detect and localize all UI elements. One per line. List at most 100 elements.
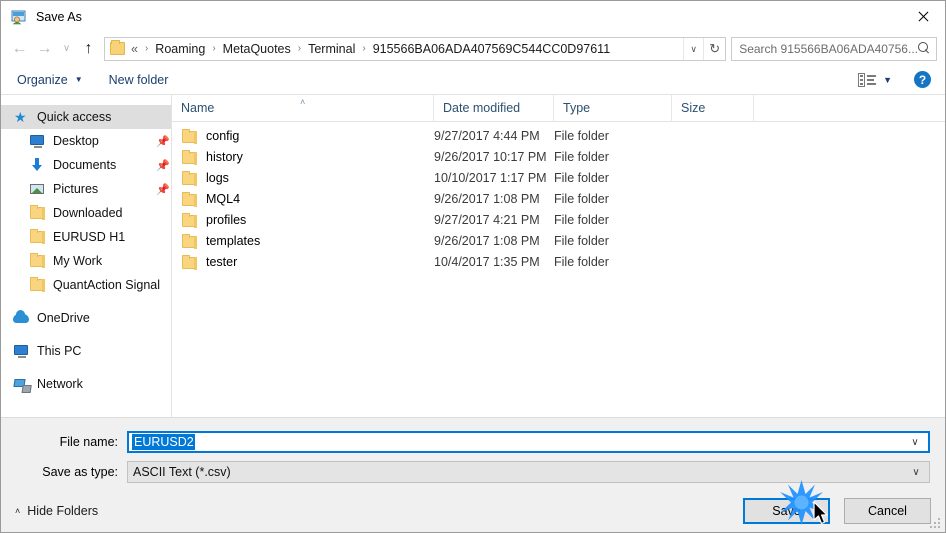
hide-folders-label: Hide Folders: [27, 503, 99, 518]
cancel-button[interactable]: Cancel: [844, 497, 931, 524]
filename-label: File name:: [59, 435, 118, 449]
filename-row: File name: EURUSD2 ∨: [1, 429, 930, 455]
column-header-name[interactable]: Name ˄: [172, 94, 434, 122]
forward-button[interactable]: →: [32, 36, 57, 61]
folder-icon: [181, 191, 197, 207]
chevron-down-icon[interactable]: ∨: [903, 467, 929, 478]
breadcrumb-separator: ›: [212, 43, 216, 54]
view-options-chevron-down-icon[interactable]: ▼: [883, 75, 892, 85]
command-toolbar: Organize ▼ New folder ▼ ?: [1, 65, 945, 95]
chevron-up-icon: ˄: [15, 505, 21, 516]
organize-label: Organize: [17, 72, 68, 87]
sidebar-item-quick-access[interactable]: ★ Quick access: [1, 105, 171, 129]
sidebar-divider: [1, 363, 171, 372]
breadcrumb-metaquotes[interactable]: MetaQuotes: [221, 42, 293, 56]
file-date-cell: 9/26/2017 1:08 PM: [434, 191, 540, 206]
save-form: File name: EURUSD2 ∨ Save as type: ASCII…: [1, 417, 945, 489]
breadcrumb-separator: ›: [362, 43, 366, 54]
folder-icon: [181, 170, 197, 186]
file-date-cell: 9/27/2017 4:44 PM: [434, 128, 540, 143]
folder-icon: [181, 254, 197, 270]
save-button[interactable]: Save: [743, 497, 830, 524]
file-type-cell: File folder: [554, 191, 609, 206]
resize-grip[interactable]: [930, 518, 942, 530]
file-name-cell: config: [172, 128, 434, 144]
breadcrumb-separator: ›: [297, 43, 302, 54]
table-row[interactable]: logs 10/10/2017 1:17 PM File folder: [172, 167, 945, 188]
file-type-cell: File folder: [554, 212, 609, 227]
pin-icon[interactable]: 📌: [155, 159, 171, 172]
sidebar-item-onedrive[interactable]: OneDrive: [1, 306, 171, 330]
sidebar-item-eurusd-h1[interactable]: EURUSD H1: [1, 225, 171, 249]
folder-icon: [181, 212, 197, 228]
close-button[interactable]: [899, 1, 945, 32]
sidebar-divider: [1, 330, 171, 339]
picture-icon: [29, 181, 46, 197]
search-icon: [918, 42, 931, 55]
chevron-down-icon[interactable]: ∨: [683, 37, 703, 60]
column-header-type[interactable]: Type: [554, 94, 672, 122]
file-name-label: logs: [206, 170, 229, 185]
savetype-select[interactable]: ASCII Text (*.csv) ∨: [127, 461, 930, 483]
back-button[interactable]: ←: [7, 36, 32, 61]
folder-icon: [29, 205, 46, 221]
table-row[interactable]: profiles 9/27/2017 4:21 PM File folder: [172, 209, 945, 230]
sidebar-item-this-pc[interactable]: This PC: [1, 339, 171, 363]
pin-icon[interactable]: 📌: [155, 135, 171, 148]
column-header-size[interactable]: Size: [672, 94, 754, 122]
folder-icon: [181, 233, 197, 249]
window-title: Save As: [36, 9, 82, 24]
sidebar-item-my-work[interactable]: My Work: [1, 249, 171, 273]
sidebar-item-desktop[interactable]: Desktop 📌: [1, 129, 171, 153]
navigation-bar: ← → ∨ ↑ « › Roaming › MetaQuotes › Termi…: [1, 32, 945, 65]
sidebar-item-label: Quick access: [37, 110, 112, 124]
address-bar[interactable]: « › Roaming › MetaQuotes › Terminal › 91…: [104, 36, 727, 61]
up-button[interactable]: ↑: [76, 36, 101, 61]
organize-button[interactable]: Organize ▼: [17, 73, 83, 87]
sidebar-item-network[interactable]: Network: [1, 372, 171, 396]
savetype-control: ASCII Text (*.csv) ∨: [127, 461, 930, 483]
sidebar-item-label: This PC: [37, 344, 82, 358]
column-header-label: Name: [181, 101, 215, 115]
column-header-row: Name ˄ Date modified Type Size: [172, 94, 945, 122]
help-icon[interactable]: ?: [914, 71, 931, 88]
sidebar-item-documents[interactable]: Documents 📌: [1, 153, 171, 177]
file-list-pane: Name ˄ Date modified Type Size config 9/…: [172, 94, 945, 417]
breadcrumb-roaming[interactable]: Roaming: [153, 42, 207, 56]
savetype-label: Save as type:: [42, 465, 118, 479]
breadcrumb-terminal-id[interactable]: 915566BA06ADA407569C544CC0D97611: [371, 42, 612, 56]
sidebar-item-label: OneDrive: [37, 311, 90, 325]
column-header-date-modified[interactable]: Date modified: [434, 94, 554, 122]
table-row[interactable]: templates 9/26/2017 1:08 PM File folder: [172, 230, 945, 251]
dialog-body: ★ Quick access Desktop 📌 Documents 📌 Pic…: [1, 94, 945, 417]
new-folder-label: New folder: [108, 72, 169, 87]
filename-input[interactable]: EURUSD2 ∨: [127, 431, 930, 453]
breadcrumb-terminal[interactable]: Terminal: [306, 42, 357, 56]
recent-locations-button[interactable]: ∨: [57, 36, 76, 61]
sidebar-item-quantaction-signal[interactable]: QuantAction Signal: [1, 273, 171, 297]
refresh-icon[interactable]: ↻: [703, 37, 725, 60]
view-layout-icon[interactable]: [858, 72, 877, 87]
chevron-down-icon[interactable]: ∨: [902, 437, 928, 448]
table-row[interactable]: config 9/27/2017 4:44 PM File folder: [172, 125, 945, 146]
file-name-cell: MQL4: [172, 191, 434, 207]
monitor-icon: [29, 133, 46, 149]
sidebar-item-downloaded[interactable]: Downloaded: [1, 201, 171, 225]
save-as-dialog: Save As ← → ∨ ↑ « › Roaming › MetaQuotes…: [0, 0, 946, 533]
pin-icon[interactable]: 📌: [155, 183, 171, 196]
sidebar-item-label: Network: [37, 377, 83, 391]
folder-icon: [29, 277, 46, 293]
table-row[interactable]: MQL4 9/26/2017 1:08 PM File folder: [172, 188, 945, 209]
file-name-cell: profiles: [172, 212, 434, 228]
sidebar-item-pictures[interactable]: Pictures 📌: [1, 177, 171, 201]
sidebar-item-label: EURUSD H1: [53, 230, 126, 244]
table-row[interactable]: tester 10/4/2017 1:35 PM File folder: [172, 251, 945, 272]
table-row[interactable]: history 9/26/2017 10:17 PM File folder: [172, 146, 945, 167]
column-header-label: Size: [681, 101, 706, 115]
breadcrumb-overflow[interactable]: «: [129, 42, 140, 56]
search-input[interactable]: Search 915566BA06ADA40756...: [731, 36, 937, 61]
savetype-row: Save as type: ASCII Text (*.csv) ∨: [1, 459, 930, 485]
savetype-value: ASCII Text (*.csv): [133, 465, 231, 479]
hide-folders-button[interactable]: ˄ Hide Folders: [15, 504, 98, 518]
new-folder-button[interactable]: New folder: [109, 73, 169, 87]
